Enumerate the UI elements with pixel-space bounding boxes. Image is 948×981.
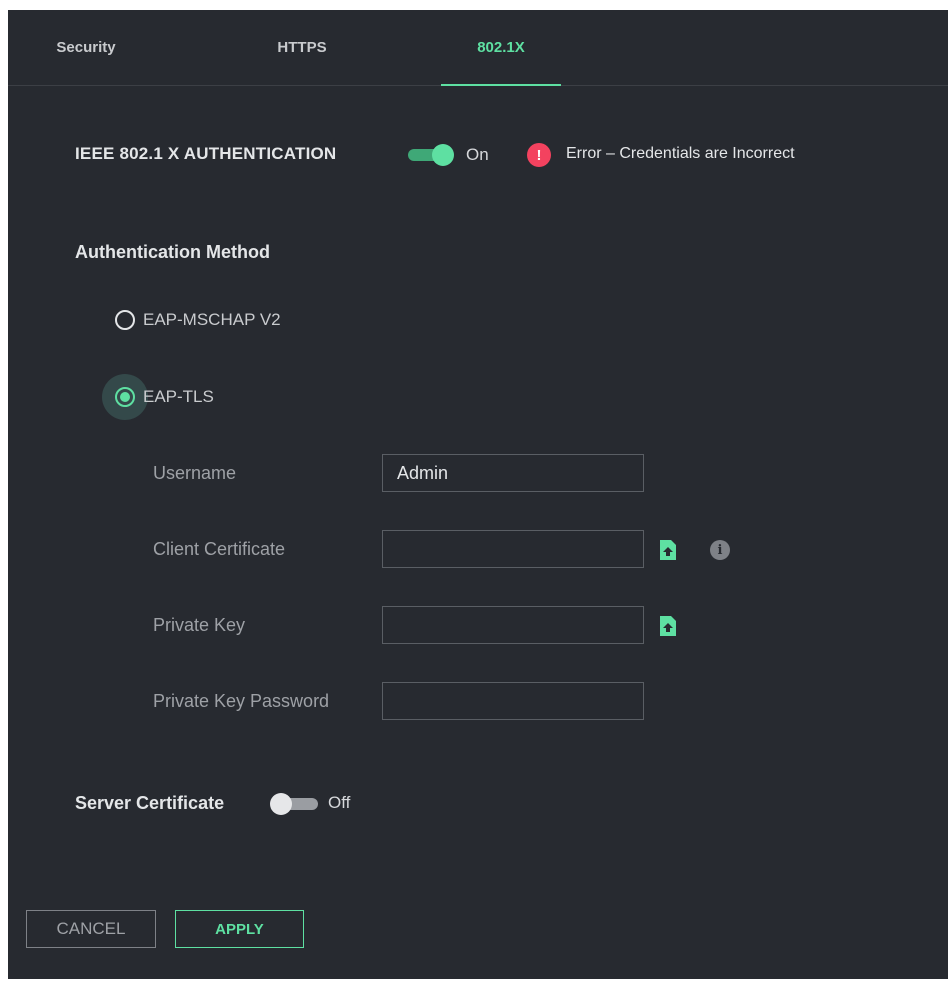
radio-eap-tls[interactable]: EAP-TLS [115, 387, 214, 407]
auth-title: IEEE 802.1 X AUTHENTICATION [75, 144, 337, 163]
auth-toggle[interactable] [408, 144, 458, 166]
radio-checked-icon[interactable] [115, 387, 135, 407]
tab-bar: Security HTTPS 802.1X [8, 10, 948, 86]
radio-eap-mschap[interactable]: EAP-MSCHAP V2 [115, 310, 281, 330]
private-key-input[interactable] [382, 606, 644, 644]
cancel-button[interactable]: CANCEL [26, 910, 156, 948]
auth-toggle-label: On [466, 145, 489, 164]
apply-button[interactable]: APPLY [175, 910, 304, 948]
radio-unchecked-icon[interactable] [115, 310, 135, 330]
info-icon[interactable]: i [710, 540, 730, 560]
server-certificate-toggle[interactable] [270, 793, 320, 815]
private-key-password-input[interactable] [382, 682, 644, 720]
private-key-label: Private Key [153, 615, 246, 635]
radio-label-eap-mschap: EAP-MSCHAP V2 [143, 310, 281, 329]
error-icon: ! [527, 143, 551, 167]
settings-panel: Security HTTPS 802.1X IEEE 802.1 X AUTHE… [8, 10, 948, 979]
username-input[interactable] [382, 454, 644, 492]
toggle-knob [270, 793, 292, 815]
file-upload-icon[interactable] [658, 615, 678, 637]
tab-security[interactable]: Security [26, 10, 146, 85]
server-certificate-toggle-label: Off [328, 793, 351, 812]
private-key-password-label: Private Key Password [153, 691, 330, 711]
username-label: Username [153, 463, 237, 483]
client-certificate-input[interactable] [382, 530, 644, 568]
tab-https[interactable]: HTTPS [242, 10, 362, 85]
radio-label-eap-tls: EAP-TLS [143, 387, 214, 406]
client-certificate-label: Client Certificate [153, 539, 286, 559]
file-upload-icon[interactable] [658, 539, 678, 561]
error-message: Error – Credentials are Incorrect [566, 145, 795, 162]
server-certificate-title: Server Certificate [75, 793, 225, 813]
toggle-knob [432, 144, 454, 166]
auth-method-title: Authentication Method [75, 242, 270, 262]
tab-802-1x[interactable]: 802.1X [441, 10, 561, 86]
